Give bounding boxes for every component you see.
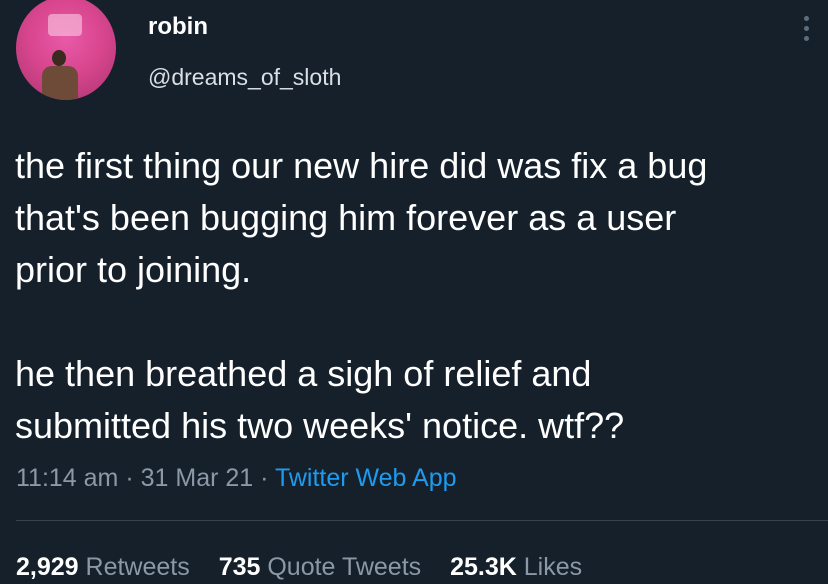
retweets-stat[interactable]: 2,929 Retweets: [16, 553, 190, 581]
likes-count: 25.3K: [450, 553, 517, 581]
avatar-person-head: [52, 50, 66, 66]
tweet-source[interactable]: Twitter Web App: [275, 464, 457, 492]
author-handle[interactable]: @dreams_of_sloth: [148, 62, 341, 92]
quote-tweets-label: Quote Tweets: [267, 553, 422, 581]
retweets-label: Retweets: [85, 553, 190, 581]
tweet-meta: 11:14 am · 31 Mar 21 · Twitter Web App: [16, 461, 457, 495]
tweet-date[interactable]: 31 Mar 21: [141, 464, 254, 492]
likes-stat[interactable]: 25.3K Likes: [450, 553, 582, 581]
tweet-stats: 2,929 Retweets 735 Quote Tweets 25.3K Li…: [16, 550, 604, 584]
meta-separator: ·: [118, 464, 141, 492]
tweet-paragraph-2: he then breathed a sigh of relief and su…: [15, 353, 625, 446]
tweet: robin @dreams_of_sloth the first thing o…: [0, 0, 828, 581]
tweet-text: the first thing our new hire did was fix…: [15, 140, 815, 452]
divider: [16, 520, 828, 521]
quote-tweets-stat[interactable]: 735 Quote Tweets: [219, 553, 421, 581]
more-vertical-icon[interactable]: [798, 16, 814, 46]
author-names: robin @dreams_of_sloth: [148, 12, 341, 92]
tweet-header: robin @dreams_of_sloth: [10, 0, 818, 110]
tweet-paragraph-1: the first thing our new hire did was fix…: [15, 145, 708, 290]
likes-label: Likes: [523, 553, 583, 581]
retweets-count: 2,929: [16, 553, 79, 581]
tweet-time[interactable]: 11:14 am: [16, 464, 118, 492]
avatar-person-body: [42, 66, 78, 100]
quote-tweets-count: 735: [218, 553, 261, 581]
author-display-name[interactable]: robin: [148, 12, 341, 42]
avatar-background-sign: [48, 14, 82, 36]
meta-separator: ·: [253, 464, 275, 492]
avatar[interactable]: [16, 0, 116, 100]
